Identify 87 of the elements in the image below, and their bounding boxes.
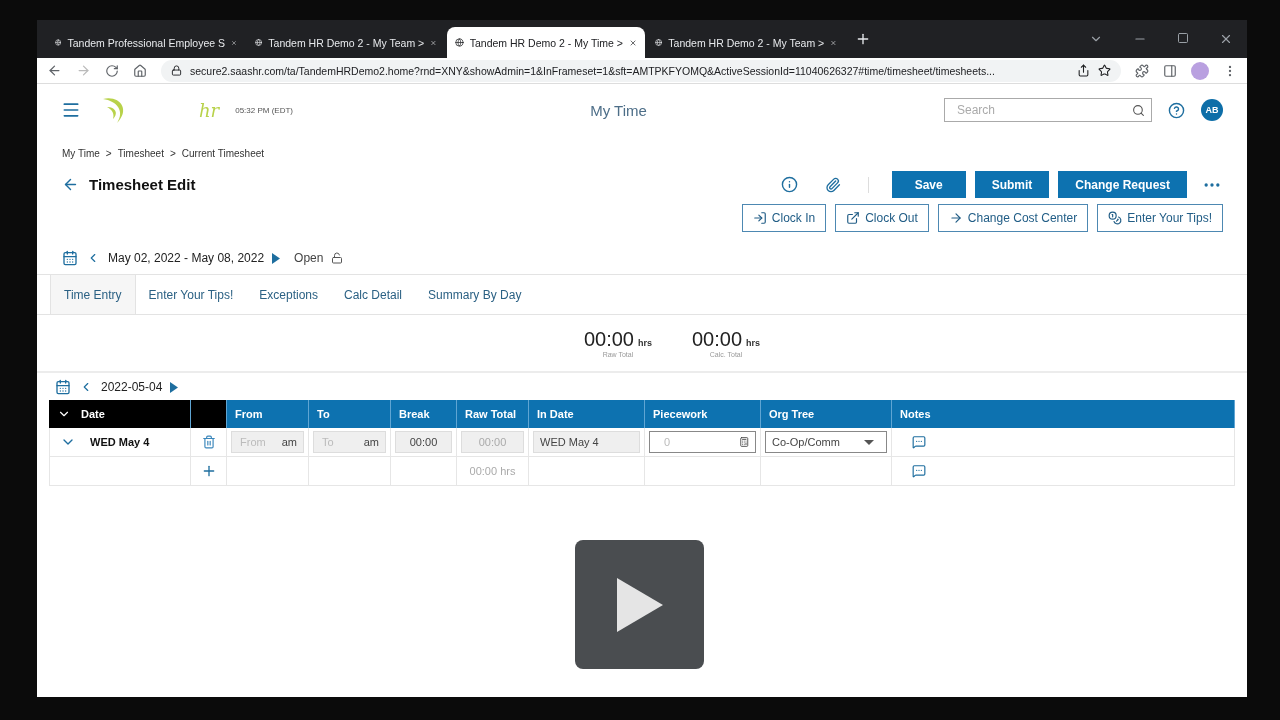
- action-button[interactable]: Clock Out: [835, 204, 929, 232]
- share-icon[interactable]: [1077, 64, 1090, 77]
- breadcrumb-separator: >: [105, 148, 112, 159]
- column-header: In Date: [529, 400, 645, 428]
- extensions-icon[interactable]: [1135, 63, 1149, 78]
- clock-out-icon: [846, 211, 861, 225]
- breadcrumb-link[interactable]: Current Timesheet: [181, 148, 265, 159]
- calendar-icon[interactable]: [62, 250, 78, 266]
- globe-icon: [55, 36, 62, 49]
- am-pm-suffix: am: [281, 436, 297, 448]
- browser-tab[interactable]: Tandem HR Demo 2 - My Team >: [247, 27, 445, 58]
- play-icon: [616, 577, 663, 632]
- column-header: Break: [391, 400, 457, 428]
- action-button[interactable]: Change Request: [1058, 171, 1187, 198]
- column-header: Notes: [892, 400, 1235, 428]
- maximize-icon[interactable]: [1177, 32, 1189, 44]
- clock-in-icon: [752, 211, 767, 225]
- column-title: Date: [81, 408, 105, 420]
- total-unit: hrs: [746, 338, 761, 348]
- reload-icon[interactable]: [105, 63, 119, 78]
- page-title: Timesheet Edit: [89, 176, 196, 193]
- tab[interactable]: Time Entry: [50, 275, 136, 314]
- total-unit: hrs: [638, 338, 652, 348]
- arrow-right-icon: [948, 211, 963, 225]
- action-button[interactable]: Submit: [974, 171, 1050, 198]
- column-header[interactable]: Date: [49, 400, 191, 428]
- next-icon[interactable]: [170, 381, 179, 393]
- calculator-icon[interactable]: [738, 436, 749, 448]
- piecework-input[interactable]: 0: [656, 435, 739, 449]
- menu-icon[interactable]: [61, 100, 81, 120]
- day-label: WED May 4: [90, 436, 150, 448]
- total-value: 00:00: [692, 328, 743, 350]
- calendar-icon[interactable]: [55, 379, 71, 395]
- help-icon[interactable]: [1168, 101, 1185, 119]
- new-tab-icon[interactable]: [855, 31, 871, 47]
- period-range: May 02, 2022 - May 08, 2022: [108, 251, 265, 265]
- paperclip-icon[interactable]: [824, 176, 841, 193]
- user-avatar[interactable]: AB: [1201, 99, 1223, 121]
- logo-text: hr: [199, 99, 220, 121]
- info-icon[interactable]: [780, 176, 798, 193]
- close-window-icon[interactable]: [1219, 32, 1233, 46]
- action-button[interactable]: Clock In: [741, 204, 827, 232]
- coins-icon: [1108, 211, 1123, 225]
- lock-icon: [171, 65, 182, 76]
- browser-tab[interactable]: Tandem HR Demo 2 - My Team >: [647, 27, 845, 58]
- column-header: From: [227, 400, 309, 428]
- next-icon[interactable]: [272, 252, 281, 264]
- action-button[interactable]: Enter Your Tips!: [1097, 204, 1223, 232]
- globe-icon: [255, 36, 263, 49]
- piecework-field[interactable]: 0: [649, 431, 756, 453]
- org-tree-dropdown[interactable]: Co-Op/Comm: [765, 431, 887, 453]
- breadcrumb-separator: >: [169, 148, 176, 159]
- table-cell: 00:00 hrs: [457, 457, 529, 486]
- action-button[interactable]: Save: [891, 171, 966, 198]
- breadcrumb-link[interactable]: Timesheet: [117, 148, 164, 159]
- raw-total-field: 00:00: [461, 431, 524, 453]
- globe-icon: [655, 36, 663, 49]
- play-button[interactable]: [575, 540, 704, 669]
- browser-tab[interactable]: Tandem HR Demo 2 - My Time >: [447, 27, 645, 58]
- search-icon: [1132, 103, 1145, 117]
- back-icon[interactable]: [47, 63, 62, 78]
- search-field[interactable]: Search: [944, 98, 1152, 122]
- side-panel-icon[interactable]: [1163, 63, 1177, 78]
- trash-icon[interactable]: [201, 435, 216, 449]
- column-header: Org Tree: [761, 400, 892, 428]
- in-date-field[interactable]: WED May 4: [533, 431, 640, 453]
- day-date: 2022-05-04: [101, 380, 163, 394]
- breadcrumb-link[interactable]: My Time: [62, 148, 100, 159]
- browser-tab[interactable]: Tandem Professional Employee S: [47, 27, 245, 58]
- address-bar[interactable]: secure2.saashr.com/ta/TandemHRDemo2.home?rnd=XNY&showAdmin=1&InFrameset=1&sft=AMTPKFYOMQ&ActiveSessionId=11040626327#time/timesheet/timesheets...: [161, 59, 1121, 82]
- globe-icon: [455, 36, 464, 49]
- period-status: Open: [294, 251, 324, 265]
- notes-icon[interactable]: [912, 464, 926, 478]
- am-pm-suffix: am: [363, 436, 379, 448]
- page-heading: My Time: [590, 101, 647, 119]
- column-header: To: [309, 400, 391, 428]
- column-header: Piecework: [645, 400, 761, 428]
- total-value: 00:00: [583, 328, 634, 350]
- clock-time: 05:32 PM (EDT): [235, 105, 293, 115]
- action-button[interactable]: Change Cost Center: [937, 204, 1089, 232]
- column-header: Raw Total: [457, 400, 529, 428]
- home-icon[interactable]: [133, 63, 147, 78]
- url-text: secure2.saashr.com/ta/TandemHRDemo2.home?rnd=XNY&showAdmin=1&InFrameset=1&sft=AMTPKFYOMQ&ActiveSessionId=11040626327#time/timesheet/timesheets...: [190, 64, 995, 77]
- column-header: [191, 400, 227, 428]
- bookmark-star-icon[interactable]: [1098, 64, 1111, 77]
- break-field[interactable]: 00:00: [395, 431, 452, 453]
- notes-icon[interactable]: [912, 435, 926, 449]
